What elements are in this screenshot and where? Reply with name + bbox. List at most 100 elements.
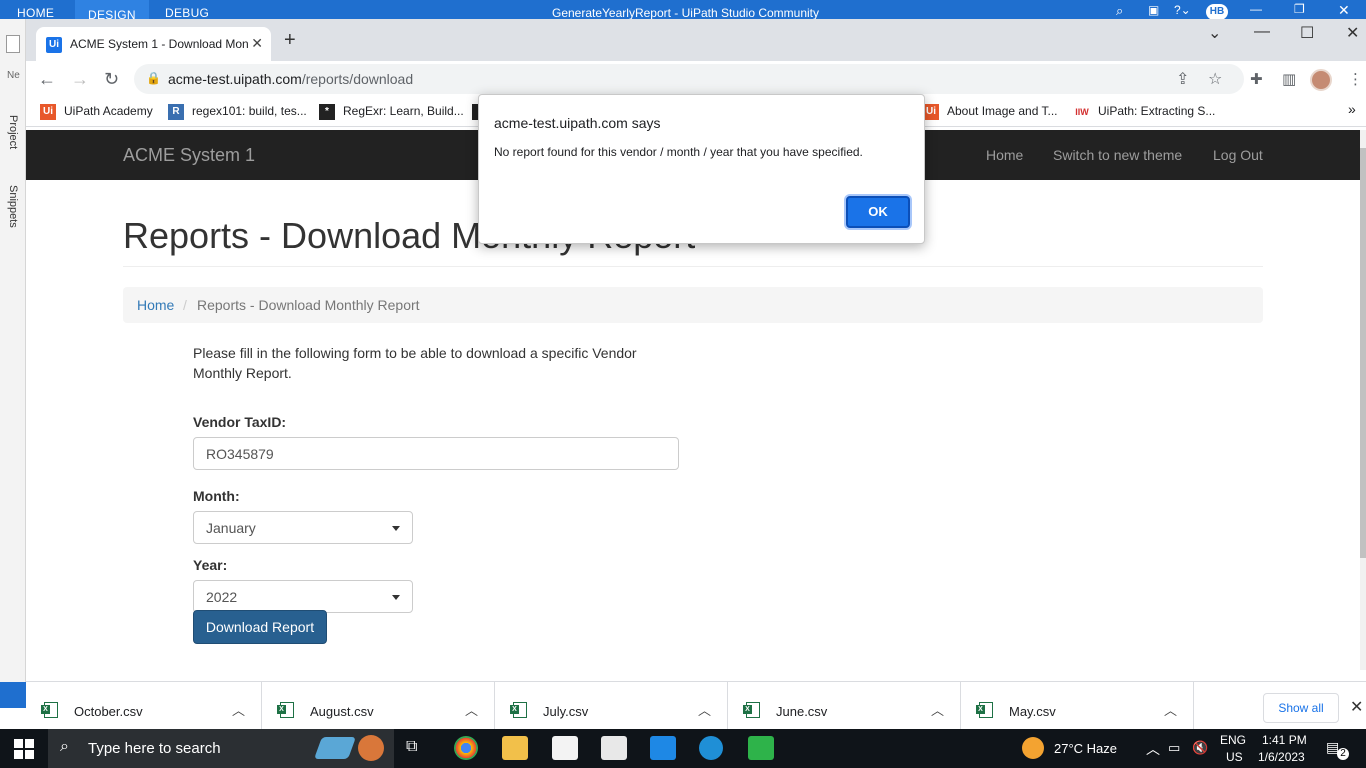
close-shelf-icon[interactable]: ✕ [1350,697,1363,717]
studio-app-icon[interactable] [650,736,676,760]
download-item[interactable]: July.csv ︿ [495,682,728,730]
bookmark-star-icon[interactable]: ☆ [1208,69,1222,89]
new-file-icon[interactable] [6,35,20,53]
vendor-taxid-input[interactable]: RO345879 [193,437,679,470]
nav-home-link[interactable]: Home [986,147,1023,163]
weather-text[interactable]: 27°C Haze [1054,741,1117,756]
clock-time[interactable]: 1:41 PM [1262,733,1307,747]
uipath-icon: Ui [40,104,56,120]
year-label: Year: [193,557,228,573]
language-bottom[interactable]: US [1226,750,1243,764]
bookmark-regexr[interactable]: * RegExr: Learn, Build... [319,104,464,120]
tray-chevron-up-icon[interactable]: ︿ [1146,739,1160,759]
year-select[interactable]: 2022 [193,580,413,613]
bookmark-regex101[interactable]: Rregex101: build, tes... [168,104,307,120]
download-item[interactable]: June.csv ︿ [728,682,961,730]
reload-icon[interactable]: ↻ [104,69,119,90]
back-icon[interactable]: ← [38,69,56,90]
project-panel-tab[interactable]: Project [7,115,19,149]
extensions-icon[interactable]: ✚ [1250,70,1263,88]
url-text[interactable]: acme-test.uipath.com/reports/download [168,71,413,87]
user-avatar[interactable]: HB [1206,4,1228,19]
chevron-up-icon[interactable]: ︿ [232,700,245,719]
network-icon[interactable]: ▭ [1168,740,1180,756]
language-top[interactable]: ENG [1220,733,1246,747]
lock-icon[interactable]: 🔒 [146,71,161,85]
dialog-ok-button[interactable]: OK [846,196,910,228]
more-bookmarks-icon[interactable]: » [1348,101,1356,117]
robot-app-icon[interactable] [748,736,774,760]
search-highlight-icon [313,737,357,759]
month-value: January [206,520,256,536]
edge-icon[interactable] [699,736,723,760]
studio-tab-debug[interactable]: DEBUG [165,6,209,19]
new-tab-icon[interactable]: + [284,29,296,52]
browser-tab-acme[interactable]: Ui ACME System 1 - Download Mon ✕ [36,27,271,61]
file-explorer-icon[interactable] [502,736,528,760]
browser-maximize-icon[interactable]: ☐ [1300,23,1314,43]
vendor-taxid-value: RO345879 [206,446,274,462]
page-scrollbar[interactable] [1360,130,1366,670]
acme-brand[interactable]: ACME System 1 [123,145,255,166]
chevron-up-icon[interactable]: ︿ [698,700,711,719]
minimize-icon[interactable]: — [1250,2,1262,16]
download-filename: August.csv [310,704,374,719]
scrollbar-thumb[interactable] [1360,148,1366,558]
snippets-panel-tab[interactable]: Snippets [7,185,19,228]
nav-logout-link[interactable]: Log Out [1213,147,1263,163]
browser-close-icon[interactable]: ✕ [1346,23,1359,43]
regexr-icon: * [319,104,335,120]
download-report-button[interactable]: Download Report [193,610,327,644]
tab-close-icon[interactable]: ✕ [251,35,263,52]
download-item[interactable]: May.csv ︿ [961,682,1194,730]
download-filename: May.csv [1009,704,1056,719]
breadcrumb-current: Reports - Download Monthly Report [197,297,420,313]
side-panel-icon[interactable]: ▥ [1282,70,1296,88]
search-icon[interactable]: ⌕ [1116,3,1123,19]
menu-icon[interactable]: ⋮ [1348,70,1363,88]
regex101-icon: R [168,104,184,120]
chat-icon[interactable]: ▣ [1148,3,1159,17]
share-icon[interactable]: ⇪ [1176,69,1189,89]
breadcrumb-home-link[interactable]: Home [137,297,174,313]
taskbar-search-box[interactable]: ⌕ Type here to search [48,729,394,768]
mail-icon[interactable] [601,736,627,760]
download-item[interactable]: August.csv ︿ [262,682,495,730]
clock-date[interactable]: 1/6/2023 [1258,750,1305,764]
windows-start-icon[interactable] [14,739,34,759]
volume-muted-icon[interactable]: 🔇 [1192,740,1208,756]
bookmark-uipath-extracting[interactable]: IIW UiPath: Extracting S... [1074,104,1215,120]
store-icon[interactable] [552,736,578,760]
download-filename: June.csv [776,704,828,719]
chrome-icon[interactable] [454,736,478,760]
forward-icon[interactable]: → [71,69,89,90]
studio-tab-home[interactable]: HOME [17,6,54,19]
show-all-downloads-button[interactable]: Show all [1263,693,1339,723]
maximize-icon[interactable]: ❐ [1294,2,1305,16]
year-value: 2022 [206,589,238,605]
month-select[interactable]: January [193,511,413,544]
studio-tab-design[interactable]: DESIGN [75,0,149,19]
dialog-message: No report found for this vendor / month … [494,145,863,159]
month-label: Month: [193,488,240,504]
chevron-up-icon[interactable]: ︿ [465,700,478,719]
profile-avatar[interactable] [1310,69,1332,91]
windows-taskbar: ⌕ Type here to search ⧉ 27°C Haze ︿ ▭ 🔇 … [0,729,1366,768]
browser-minimize-icon[interactable]: — [1254,23,1270,41]
bookmark-uipath-academy[interactable]: Ui UiPath Academy [40,104,153,120]
bookmark-about-image[interactable]: Ui About Image and T... [923,104,1058,120]
uipath-favicon-icon: Ui [46,37,62,53]
weather-haze-icon[interactable] [1022,737,1044,759]
download-item[interactable]: October.csv ︿ [26,682,262,730]
breadcrumb-separator: / [183,297,187,313]
help-icon[interactable]: ?⌄ [1174,3,1191,17]
nav-switch-theme-link[interactable]: Switch to new theme [1053,147,1182,163]
chevron-up-icon[interactable]: ︿ [1164,700,1177,719]
tab-search-chevron-icon[interactable]: ⌄ [1208,23,1221,43]
close-icon[interactable]: ✕ [1338,2,1350,19]
excel-file-icon [277,702,294,718]
task-view-icon[interactable]: ⧉ [406,738,417,756]
excel-file-icon [510,702,527,718]
chevron-up-icon[interactable]: ︿ [931,700,944,719]
address-bar[interactable]: 🔒 acme-test.uipath.com/reports/download … [134,64,1244,94]
